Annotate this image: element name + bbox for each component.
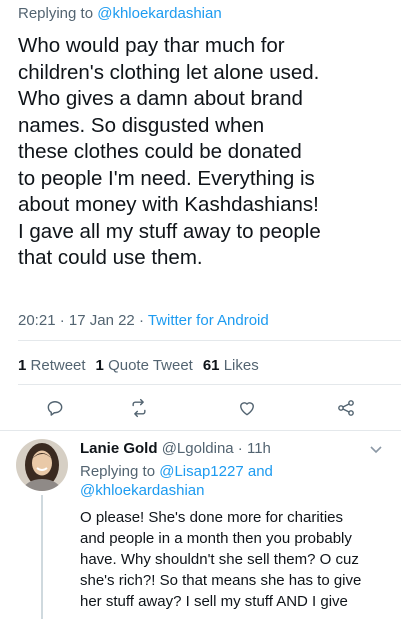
reply-replying-to: Replying to @Lisap1227 and @khloekardashi… <box>80 462 273 500</box>
reply-tweet[interactable]: Lanie Gold @Lgoldina · 11h Replying to @… <box>0 431 401 619</box>
retweet-icon <box>132 398 146 418</box>
like-button[interactable] <box>234 395 260 421</box>
reply-header: Lanie Gold @Lgoldina · 11h <box>80 440 271 457</box>
tweet-date: 17 Jan 22 <box>68 312 135 329</box>
reply-time: 11h <box>246 440 271 457</box>
likes-label: Likes <box>223 357 259 374</box>
replying-to-handle[interactable]: @khloekardashian <box>80 482 204 499</box>
replying-to-label: Replying to <box>18 5 98 22</box>
divider <box>18 384 401 385</box>
replying-to-handle[interactable]: @Lisap1227 <box>159 463 243 480</box>
quote-tweets-count: 1 <box>95 357 104 374</box>
retweets-label: Retweet <box>30 357 86 374</box>
reply-button[interactable] <box>42 395 68 421</box>
share-icon <box>338 400 354 416</box>
tweet-source-link[interactable]: Twitter for Android <box>148 312 269 329</box>
like-icon <box>240 402 254 416</box>
retweet-button[interactable] <box>126 395 152 421</box>
retweets-count: 1 <box>18 357 27 374</box>
tweet-stats: 1 Retweet 1 Quote Tweet 61 Likes <box>18 357 269 374</box>
reply-icon <box>47 401 63 416</box>
avatar[interactable] <box>16 439 68 491</box>
meta-separator: · <box>233 440 247 457</box>
share-button[interactable] <box>333 395 359 421</box>
likes-count: 61 <box>202 357 220 374</box>
avatar-image <box>16 439 68 491</box>
meta-separator: · <box>55 312 69 329</box>
replying-to-line: Replying to @khloekardashian <box>18 5 222 22</box>
reply-author-handle[interactable]: @Lgoldina <box>162 440 234 457</box>
quote-tweets-stat[interactable]: 1 Quote Tweet <box>96 357 193 374</box>
reply-author-name[interactable]: Lanie Gold <box>80 440 158 457</box>
retweets-stat[interactable]: 1 Retweet <box>18 357 86 374</box>
quote-tweets-label: Quote Tweet <box>108 357 193 374</box>
tweet-meta: 20:21 · 17 Jan 22 · Twitter for Android <box>18 312 269 329</box>
chevron-down-icon <box>370 446 382 454</box>
replying-to-label: Replying to <box>80 463 160 480</box>
more-options-button[interactable] <box>369 442 383 456</box>
replying-to-and: and <box>243 463 273 480</box>
likes-stat[interactable]: 61 Likes <box>203 357 259 374</box>
tweet-text: Who would pay thar much for children's c… <box>18 34 321 269</box>
meta-separator: · <box>134 312 148 329</box>
replying-to-handle[interactable]: @khloekardashian <box>97 5 221 22</box>
tweet-action-bar <box>0 395 401 421</box>
reply-text: O please! She's done more for charities … <box>80 509 362 610</box>
thread-line <box>41 495 43 619</box>
tweet-time: 20:21 <box>18 312 56 329</box>
divider <box>18 340 401 341</box>
